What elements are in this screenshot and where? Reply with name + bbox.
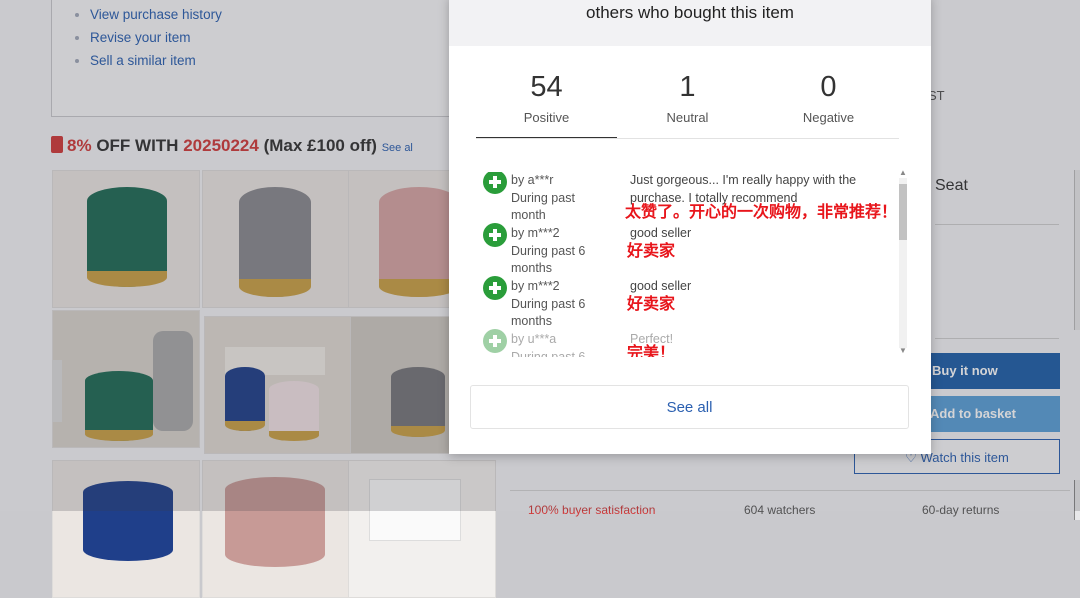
tabs-divider: [476, 138, 899, 139]
feedback-item: by m***2 During past 6 months good selle…: [479, 276, 909, 331]
positive-plus-icon: [483, 223, 507, 247]
feedback-user-info: by m***2 During past 6 months: [511, 225, 611, 278]
positive-plus-icon: [483, 329, 507, 353]
feedback-user: by m***2: [511, 226, 560, 240]
negative-label: Negative: [802, 110, 855, 125]
neutral-label: Neutral: [666, 110, 709, 125]
feedback-translation: 太赞了。开心的一次购物，非常推荐！: [625, 202, 898, 221]
neutral-count: 1: [679, 71, 696, 103]
feedback-translation: 好卖家: [627, 294, 676, 313]
feedback-translation: 好卖家: [627, 241, 676, 260]
feedback-tabs: 54 Positive 1 Neutral 0 Negative: [476, 70, 899, 142]
tab-positive[interactable]: 54 Positive: [476, 70, 617, 139]
tab-neutral[interactable]: 1 Neutral: [617, 70, 758, 125]
feedback-user-info: by m***2 During past 6 months: [511, 278, 611, 331]
feedback-period: During past 6: [511, 349, 586, 358]
modal-title: others who bought this item: [449, 0, 931, 46]
feedback-scrollbar[interactable]: ▲ ▼: [897, 168, 909, 356]
scroll-down-arrow-icon[interactable]: ▼: [899, 346, 907, 355]
negative-count: 0: [820, 71, 837, 103]
feedback-item: by m***2 During past 6 months good selle…: [479, 223, 909, 278]
tab-negative[interactable]: 0 Negative: [758, 70, 899, 125]
feedback-modal: others who bought this item 54 Positive …: [449, 0, 931, 454]
feedback-user-info: by a***r During past month: [511, 172, 611, 225]
feedback-user: by m***2: [511, 279, 560, 293]
positive-plus-icon: [483, 172, 507, 194]
feedback-item: by u***a During past 6 Perfect! 完美！: [479, 329, 909, 357]
feedback-user-info: by u***a During past 6: [511, 331, 611, 357]
feedback-item: by a***r During past month Just gorgeous…: [479, 172, 909, 225]
feedback-user: by u***a: [511, 332, 557, 346]
scroll-up-arrow-icon[interactable]: ▲: [899, 168, 907, 177]
feedback-period: During past 6 months: [511, 296, 586, 329]
positive-label: Positive: [523, 110, 570, 125]
positive-plus-icon: [483, 276, 507, 300]
see-all-button[interactable]: See all: [470, 385, 909, 429]
feedback-list: by a***r During past month Just gorgeous…: [479, 172, 909, 357]
scroll-thumb[interactable]: [899, 184, 907, 240]
feedback-user: by a***r: [511, 173, 554, 187]
feedback-period: During past month: [511, 190, 575, 223]
feedback-period: During past 6 months: [511, 243, 586, 276]
feedback-translation: 完美！: [627, 343, 676, 357]
positive-count: 54: [530, 71, 563, 103]
